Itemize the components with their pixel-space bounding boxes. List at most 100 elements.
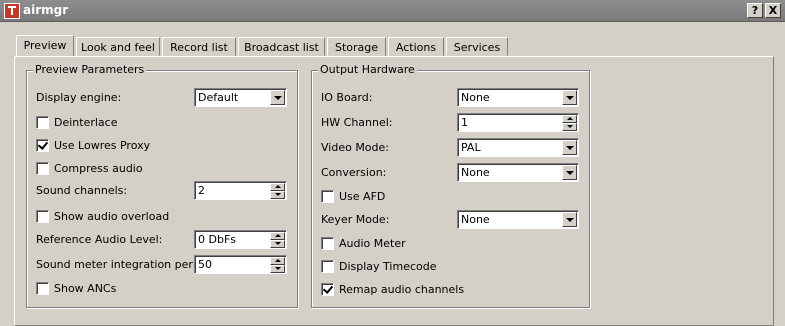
chevron-down-icon[interactable] xyxy=(562,90,577,105)
use-afd-row[interactable]: Use AFD xyxy=(321,188,571,208)
display-engine-label: Display engine: xyxy=(36,91,122,104)
keyer-mode-select[interactable]: None xyxy=(457,210,579,229)
sound-meter-integration-spinner[interactable]: 50 xyxy=(194,255,287,274)
video-mode-select[interactable]: PAL xyxy=(457,138,579,157)
conversion-value: None xyxy=(461,166,490,179)
tab-label: Services xyxy=(453,41,501,54)
spin-down-icon[interactable] xyxy=(270,265,285,273)
keyer-mode-label: Keyer Mode: xyxy=(321,213,390,226)
use-lowres-proxy-checkbox[interactable] xyxy=(36,139,49,152)
sound-channels-label: Sound channels: xyxy=(36,184,128,197)
remap-audio-channels-label: Remap audio channels xyxy=(339,283,465,296)
video-mode-value: PAL xyxy=(461,141,481,154)
show-audio-overload-label: Show audio overload xyxy=(54,210,170,223)
tab-label: Record list xyxy=(170,41,228,54)
tab-services[interactable]: Services xyxy=(446,37,508,56)
help-button[interactable]: ? xyxy=(747,3,763,18)
close-button[interactable]: X xyxy=(765,3,781,18)
io-board-value: None xyxy=(461,91,490,104)
deinterlace-checkbox[interactable] xyxy=(36,116,49,129)
preview-parameters-group: Preview Parameters Display engine: Defau… xyxy=(26,63,299,308)
preview-tab-panel: Preview Parameters Display engine: Defau… xyxy=(14,56,774,326)
show-ancs-label: Show ANCs xyxy=(54,282,117,295)
spin-up-icon[interactable] xyxy=(562,115,577,123)
show-audio-overload-row[interactable]: Show audio overload xyxy=(36,208,286,228)
deinterlace-checkbox-row[interactable]: Deinterlace xyxy=(36,114,286,134)
conversion-label: Conversion: xyxy=(321,166,387,179)
reference-audio-level-label: Reference Audio Level: xyxy=(36,233,163,246)
sound-channels-row: Sound channels: 2 xyxy=(27,181,299,201)
spin-up-icon[interactable] xyxy=(270,232,285,240)
tab-broadcast-list[interactable]: Broadcast list xyxy=(238,37,325,56)
title-bar[interactable]: airmgr ? X xyxy=(0,0,785,22)
show-ancs-checkbox[interactable] xyxy=(36,282,49,295)
hw-channel-spinner[interactable]: 1 xyxy=(457,113,579,132)
spin-down-icon[interactable] xyxy=(270,240,285,248)
hw-channel-label: HW Channel: xyxy=(321,116,393,129)
tab-label: Look and feel xyxy=(81,41,155,54)
use-afd-checkbox[interactable] xyxy=(321,190,334,203)
app-icon xyxy=(4,3,20,19)
tab-preview[interactable]: Preview xyxy=(16,35,74,56)
io-board-label: IO Board: xyxy=(321,91,373,104)
display-timecode-row[interactable]: Display Timecode xyxy=(321,258,571,278)
tab-look-and-feel[interactable]: Look and feel xyxy=(76,37,160,56)
io-board-row: IO Board: None xyxy=(312,88,591,108)
conversion-select[interactable]: None xyxy=(457,163,579,182)
sound-meter-integration-row: Sound meter integration period: 50 xyxy=(27,255,299,275)
sound-channels-value: 2 xyxy=(198,184,205,197)
compress-audio-row[interactable]: Compress audio xyxy=(36,160,286,180)
dialog-content: Preview Look and feel Record list Broadc… xyxy=(0,22,785,326)
tab-label: Broadcast list xyxy=(244,41,319,54)
chevron-down-icon[interactable] xyxy=(562,140,577,155)
conversion-row: Conversion: None xyxy=(312,163,591,183)
use-lowres-proxy-label: Use Lowres Proxy xyxy=(54,139,151,152)
video-mode-label: Video Mode: xyxy=(321,141,389,154)
remap-audio-channels-checkbox[interactable] xyxy=(321,283,334,296)
chevron-down-icon[interactable] xyxy=(270,90,285,105)
spin-up-icon[interactable] xyxy=(270,257,285,265)
audio-meter-checkbox[interactable] xyxy=(321,237,334,250)
output-hardware-group: Output Hardware IO Board: None HW Channe… xyxy=(311,63,591,308)
spin-down-icon[interactable] xyxy=(270,191,285,199)
reference-audio-level-spinner[interactable]: 0 DbFs xyxy=(194,230,287,249)
reference-audio-level-row: Reference Audio Level: 0 DbFs xyxy=(27,230,299,250)
chevron-down-icon[interactable] xyxy=(562,165,577,180)
reference-audio-level-value: 0 DbFs xyxy=(198,233,237,246)
tab-actions[interactable]: Actions xyxy=(388,37,444,56)
display-engine-value: Default xyxy=(198,91,239,104)
show-audio-overload-checkbox[interactable] xyxy=(36,210,49,223)
group-title: Preview Parameters xyxy=(33,63,147,76)
use-lowres-proxy-row[interactable]: Use Lowres Proxy xyxy=(36,137,286,157)
sound-meter-integration-label: Sound meter integration period: xyxy=(36,258,214,271)
tab-label: Actions xyxy=(395,41,437,54)
use-afd-label: Use AFD xyxy=(339,190,386,203)
window-title: airmgr xyxy=(23,3,69,17)
chevron-down-icon[interactable] xyxy=(562,212,577,227)
io-board-select[interactable]: None xyxy=(457,88,579,107)
audio-meter-row[interactable]: Audio Meter xyxy=(321,235,571,255)
spin-down-icon[interactable] xyxy=(562,123,577,131)
sound-channels-spinner[interactable]: 2 xyxy=(194,181,287,200)
display-timecode-checkbox[interactable] xyxy=(321,260,334,273)
tab-label: Storage xyxy=(334,41,379,54)
compress-audio-checkbox[interactable] xyxy=(36,162,49,175)
audio-meter-label: Audio Meter xyxy=(339,237,406,250)
hw-channel-row: HW Channel: 1 xyxy=(312,113,591,133)
spin-up-icon[interactable] xyxy=(270,183,285,191)
display-engine-select[interactable]: Default xyxy=(194,88,287,107)
remap-audio-channels-row[interactable]: Remap audio channels xyxy=(321,281,571,301)
display-engine-row: Display engine: Default xyxy=(27,88,299,108)
compress-audio-label: Compress audio xyxy=(54,162,143,175)
show-ancs-row[interactable]: Show ANCs xyxy=(36,280,286,300)
deinterlace-label: Deinterlace xyxy=(54,116,118,129)
group-title: Output Hardware xyxy=(318,63,417,76)
tab-label: Preview xyxy=(23,39,67,52)
tab-record-list[interactable]: Record list xyxy=(162,37,236,56)
video-mode-row: Video Mode: PAL xyxy=(312,138,591,158)
sound-meter-integration-value: 50 xyxy=(198,258,212,271)
display-timecode-label: Display Timecode xyxy=(339,260,437,273)
tab-storage[interactable]: Storage xyxy=(327,37,386,56)
hw-channel-value: 1 xyxy=(461,116,468,129)
keyer-mode-row: Keyer Mode: None xyxy=(312,210,591,230)
